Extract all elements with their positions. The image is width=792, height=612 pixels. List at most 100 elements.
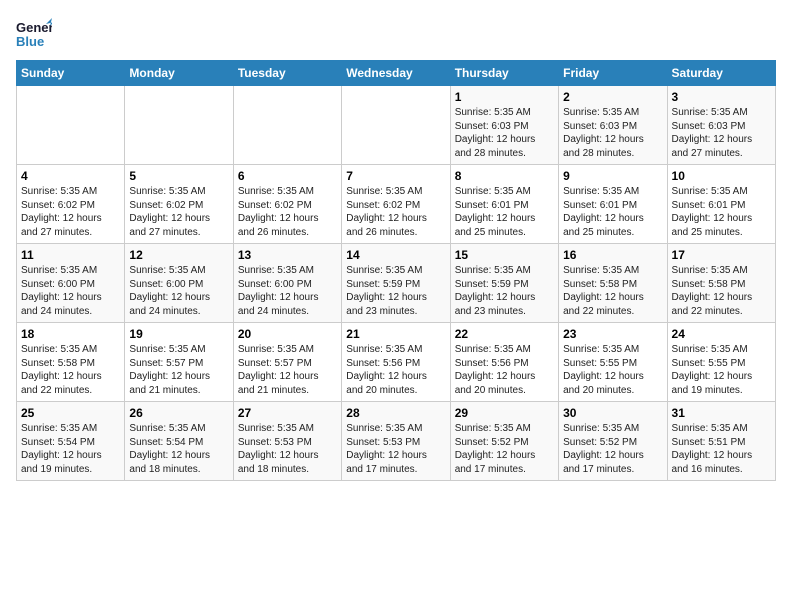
day-info: Sunrise: 5:35 AM Sunset: 5:58 PM Dayligh… (21, 343, 120, 397)
day-info: Sunrise: 5:35 AM Sunset: 5:53 PM Dayligh… (238, 422, 337, 476)
calendar-cell: 9 Sunrise: 5:35 AM Sunset: 6:01 PM Daylig… (559, 165, 667, 244)
day-number: 5 (129, 169, 228, 183)
calendar-cell: 25Sunrise: 5:35 AM Sunset: 5:54 PM Dayli… (17, 402, 125, 481)
calendar-cell: 23Sunrise: 5:35 AM Sunset: 5:55 PM Dayli… (559, 323, 667, 402)
weekday-header-monday: Monday (125, 61, 233, 86)
day-number: 21 (346, 327, 445, 341)
calendar-cell: 19 Sunrise: 5:35 AM Sunset: 5:57 PM Dayli… (125, 323, 233, 402)
calendar-cell: 8Sunrise: 5:35 AM Sunset: 6:01 PM Daylig… (450, 165, 558, 244)
day-info: Sunrise: 5:35 AM Sunset: 6:00 PM Dayligh… (238, 264, 337, 318)
day-info: Sunrise: 5:35 AM Sunset: 5:53 PM Dayligh… (346, 422, 445, 476)
calendar-cell: 16Sunrise: 5:35 AM Sunset: 5:58 PM Dayli… (559, 244, 667, 323)
day-info: Sunrise: 5:35 AM Sunset: 5:58 PM Dayligh… (672, 264, 771, 318)
day-number: 24 (672, 327, 771, 341)
day-info: Sunrise: 5:35 AM Sunset: 6:03 PM Dayligh… (672, 106, 771, 160)
day-info: Sunrise: 5:35 AM Sunset: 5:54 PM Dayligh… (129, 422, 228, 476)
weekday-header-sunday: Sunday (17, 61, 125, 86)
calendar-cell: 29 Sunrise: 5:35 AM Sunset: 5:52 PM Dayli… (450, 402, 558, 481)
day-info: Sunrise: 5:35 AM Sunset: 5:59 PM Dayligh… (455, 264, 554, 318)
day-info: Sunrise: 5:35 AM Sunset: 6:02 PM Dayligh… (129, 185, 228, 239)
weekday-header-friday: Friday (559, 61, 667, 86)
calendar-cell: 3 Sunrise: 5:35 AM Sunset: 6:03 PM Daylig… (667, 86, 775, 165)
weekday-header-tuesday: Tuesday (233, 61, 341, 86)
calendar-week-4: 18 Sunrise: 5:35 AM Sunset: 5:58 PM Dayli… (17, 323, 776, 402)
calendar-week-5: 25 Sunrise: 5:35 AM Sunset: 5:54 PM Dayli… (17, 402, 776, 481)
weekday-header-saturday: Saturday (667, 61, 775, 86)
calendar-cell: 2Sunrise: 5:35 AM Sunset: 6:03 PM Daylig… (559, 86, 667, 165)
calendar-week-1: 1 Sunrise: 5:35 AM Sunset: 6:03 PM Daylig… (17, 86, 776, 165)
day-number: 20 (238, 327, 337, 341)
day-number: 8 (455, 169, 554, 183)
calendar-cell: 12 Sunrise: 5:35 AM Sunset: 6:00 PM Dayli… (125, 244, 233, 323)
day-info: Sunrise: 5:35 AM Sunset: 5:57 PM Dayligh… (238, 343, 337, 397)
day-number: 18 (21, 327, 120, 341)
day-number: 3 (672, 90, 771, 104)
calendar-cell (233, 86, 341, 165)
weekday-header-thursday: Thursday (450, 61, 558, 86)
calendar-cell: 22Sunrise: 5:35 AM Sunset: 5:56 PM Dayli… (450, 323, 558, 402)
day-info: Sunrise: 5:35 AM Sunset: 6:02 PM Dayligh… (238, 185, 337, 239)
day-number: 27 (238, 406, 337, 420)
calendar-cell (125, 86, 233, 165)
day-number: 9 (563, 169, 662, 183)
day-info: Sunrise: 5:35 AM Sunset: 5:52 PM Dayligh… (455, 422, 554, 476)
day-number: 13 (238, 248, 337, 262)
day-info: Sunrise: 5:35 AM Sunset: 5:55 PM Dayligh… (563, 343, 662, 397)
day-info: Sunrise: 5:35 AM Sunset: 5:55 PM Dayligh… (672, 343, 771, 397)
calendar-cell: 18 Sunrise: 5:35 AM Sunset: 5:58 PM Dayli… (17, 323, 125, 402)
day-info: Sunrise: 5:35 AM Sunset: 5:57 PM Dayligh… (129, 343, 228, 397)
day-info: Sunrise: 5:35 AM Sunset: 6:02 PM Dayligh… (21, 185, 120, 239)
day-info: Sunrise: 5:35 AM Sunset: 6:03 PM Dayligh… (563, 106, 662, 160)
logo-icon: General Blue (16, 16, 52, 52)
calendar-cell: 21Sunrise: 5:35 AM Sunset: 5:56 PM Dayli… (342, 323, 450, 402)
day-number: 19 (129, 327, 228, 341)
calendar-cell: 20 Sunrise: 5:35 AM Sunset: 5:57 PM Dayli… (233, 323, 341, 402)
calendar-cell: 31Sunrise: 5:35 AM Sunset: 5:51 PM Dayli… (667, 402, 775, 481)
calendar-cell: 11 Sunrise: 5:35 AM Sunset: 6:00 PM Dayli… (17, 244, 125, 323)
day-number: 12 (129, 248, 228, 262)
svg-text:General: General (16, 20, 52, 35)
day-number: 29 (455, 406, 554, 420)
calendar-cell: 1 Sunrise: 5:35 AM Sunset: 6:03 PM Daylig… (450, 86, 558, 165)
logo: General Blue (16, 16, 56, 52)
day-number: 30 (563, 406, 662, 420)
day-info: Sunrise: 5:35 AM Sunset: 5:59 PM Dayligh… (346, 264, 445, 318)
day-number: 6 (238, 169, 337, 183)
calendar-cell: 14Sunrise: 5:35 AM Sunset: 5:59 PM Dayli… (342, 244, 450, 323)
calendar-cell: 28Sunrise: 5:35 AM Sunset: 5:53 PM Dayli… (342, 402, 450, 481)
calendar-week-2: 4 Sunrise: 5:35 AM Sunset: 6:02 PM Daylig… (17, 165, 776, 244)
day-info: Sunrise: 5:35 AM Sunset: 6:00 PM Dayligh… (129, 264, 228, 318)
day-info: Sunrise: 5:35 AM Sunset: 5:52 PM Dayligh… (563, 422, 662, 476)
day-number: 26 (129, 406, 228, 420)
calendar-cell: 27 Sunrise: 5:35 AM Sunset: 5:53 PM Dayli… (233, 402, 341, 481)
weekday-header-wednesday: Wednesday (342, 61, 450, 86)
day-number: 22 (455, 327, 554, 341)
day-info: Sunrise: 5:35 AM Sunset: 6:00 PM Dayligh… (21, 264, 120, 318)
calendar-cell (17, 86, 125, 165)
day-number: 15 (455, 248, 554, 262)
day-info: Sunrise: 5:35 AM Sunset: 6:01 PM Dayligh… (672, 185, 771, 239)
day-info: Sunrise: 5:35 AM Sunset: 6:01 PM Dayligh… (563, 185, 662, 239)
calendar-cell: 15 Sunrise: 5:35 AM Sunset: 5:59 PM Dayli… (450, 244, 558, 323)
page-header: General Blue (16, 16, 776, 52)
calendar-cell: 6 Sunrise: 5:35 AM Sunset: 6:02 PM Daylig… (233, 165, 341, 244)
calendar-week-3: 11 Sunrise: 5:35 AM Sunset: 6:00 PM Dayli… (17, 244, 776, 323)
calendar-cell: 7Sunrise: 5:35 AM Sunset: 6:02 PM Daylig… (342, 165, 450, 244)
day-number: 4 (21, 169, 120, 183)
calendar-cell: 13 Sunrise: 5:35 AM Sunset: 6:00 PM Dayli… (233, 244, 341, 323)
day-info: Sunrise: 5:35 AM Sunset: 6:03 PM Dayligh… (455, 106, 554, 160)
day-number: 7 (346, 169, 445, 183)
calendar-cell (342, 86, 450, 165)
calendar-cell: 30 Sunrise: 5:35 AM Sunset: 5:52 PM Dayli… (559, 402, 667, 481)
day-number: 25 (21, 406, 120, 420)
calendar-header: SundayMondayTuesdayWednesdayThursdayFrid… (17, 61, 776, 86)
calendar-cell: 24 Sunrise: 5:35 AM Sunset: 5:55 PM Dayli… (667, 323, 775, 402)
day-number: 11 (21, 248, 120, 262)
calendar-cell: 26 Sunrise: 5:35 AM Sunset: 5:54 PM Dayli… (125, 402, 233, 481)
day-info: Sunrise: 5:35 AM Sunset: 5:58 PM Dayligh… (563, 264, 662, 318)
day-info: Sunrise: 5:35 AM Sunset: 5:51 PM Dayligh… (672, 422, 771, 476)
day-number: 10 (672, 169, 771, 183)
calendar-cell: 10 Sunrise: 5:35 AM Sunset: 6:01 PM Dayli… (667, 165, 775, 244)
calendar-cell: 17Sunrise: 5:35 AM Sunset: 5:58 PM Dayli… (667, 244, 775, 323)
day-number: 1 (455, 90, 554, 104)
